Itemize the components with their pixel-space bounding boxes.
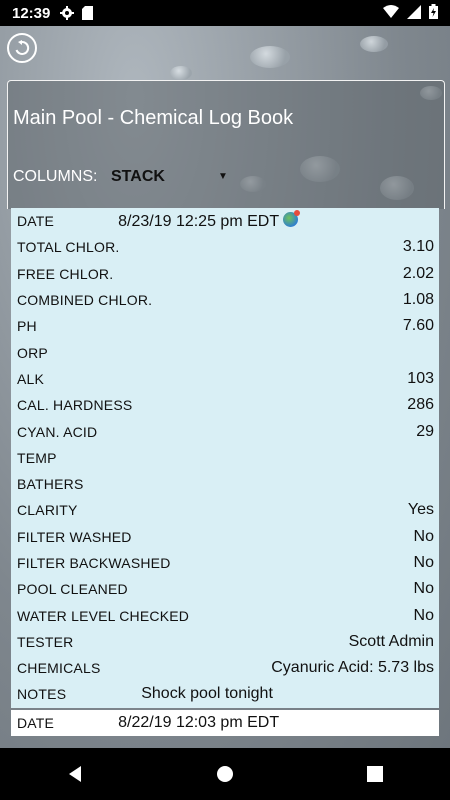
settings-gear-icon	[60, 6, 75, 20]
row-value: 29	[416, 422, 434, 440]
row-label: CAL. HARDNESS	[17, 397, 133, 414]
row-label: DATE	[17, 714, 55, 731]
entry-row-chemicals: CHEMICALS Cyanuric Acid: 5.73 lbs	[17, 655, 434, 681]
row-label: CYAN. ACID	[17, 423, 98, 440]
columns-label: COLUMNS:	[13, 168, 98, 185]
row-label: FILTER WASHED	[17, 528, 132, 545]
row-value: 286	[407, 396, 434, 414]
log-entry[interactable]: DATE 8/23/19 12:25 pm EDT TOTAL CHLOR. 3…	[11, 208, 439, 708]
row-label: FREE CHLOR.	[17, 265, 114, 282]
row-label: TESTER	[17, 633, 74, 650]
dropdown-caret-icon[interactable]: ▼	[218, 171, 228, 182]
row-value: 103	[407, 369, 434, 387]
entry-row-cal-hardness: CAL. HARDNESS 286	[17, 392, 434, 418]
wifi-icon	[383, 4, 399, 18]
row-label: TOTAL CHLOR.	[17, 239, 120, 256]
entry-row-ph: PH 7.60	[17, 313, 434, 339]
entry-row-bathers: BATHERS	[17, 471, 434, 497]
row-label: POOL CLEANED	[17, 581, 128, 598]
row-label: NOTES	[17, 686, 67, 703]
row-value: Cyanuric Acid: 5.73 lbs	[271, 659, 434, 677]
log-entries-list[interactable]: DATE 8/23/19 12:25 pm EDT TOTAL CHLOR. 3…	[11, 208, 439, 748]
battery-icon	[429, 4, 438, 19]
row-label: ALK	[17, 370, 45, 387]
entry-row-cyan-acid: CYAN. ACID 29	[17, 418, 434, 444]
page-title: Main Pool - Chemical Log Book	[13, 107, 294, 129]
row-label: ORP	[17, 344, 48, 361]
row-value: No	[413, 580, 434, 598]
entry-row-clarity: CLARITY Yes	[17, 497, 434, 523]
row-value: 8/23/19 12:25 pm EDT	[118, 209, 301, 231]
row-value: 8/22/19 12:03 pm EDT	[118, 713, 280, 731]
row-label: PH	[17, 318, 37, 335]
columns-dropdown[interactable]: STACK	[111, 168, 165, 186]
entry-row-alk: ALK 103	[17, 366, 434, 392]
row-value: 7.60	[402, 317, 434, 335]
row-label: TEMP	[17, 449, 57, 466]
row-label: CHEMICALS	[17, 660, 101, 677]
status-bar: 12:39	[0, 0, 450, 26]
entry-row-filter-washed: FILTER WASHED No	[17, 524, 434, 550]
entry-row-pool-cleaned: POOL CLEANED No	[17, 576, 434, 602]
entry-row-orp: ORP	[17, 339, 434, 365]
entry-row-free-chlor: FREE CHLOR. 2.02	[17, 261, 434, 287]
entry-row-water-level-checked: WATER LEVEL CHECKED No	[17, 602, 434, 628]
row-value: Scott Admin	[348, 632, 434, 650]
entry-row-tester: TESTER Scott Admin	[17, 629, 434, 655]
log-entry[interactable]: DATE 8/22/19 12:03 pm EDT	[11, 709, 439, 736]
row-label: CLARITY	[17, 502, 78, 519]
row-value: 2.02	[402, 264, 434, 282]
sd-card-icon	[82, 6, 94, 20]
entry-row-total-chlor: TOTAL CHLOR. 3.10	[17, 234, 434, 260]
row-label: DATE	[17, 213, 55, 230]
row-value: No	[413, 606, 434, 624]
entry-row-filter-backwashed: FILTER BACKWASHED No	[17, 550, 434, 576]
entry-row-date: DATE 8/23/19 12:25 pm EDT	[17, 208, 434, 234]
entry-row-temp: TEMP	[17, 445, 434, 471]
row-label: BATHERS	[17, 476, 84, 493]
row-value: Yes	[407, 501, 434, 519]
row-label: FILTER BACKWASHED	[17, 555, 171, 571]
row-label: COMBINED CHLOR.	[17, 292, 153, 309]
back-arrow-icon	[15, 40, 30, 55]
globe-icon	[283, 209, 301, 227]
entry-row-notes: NOTES Shock pool tonight	[17, 681, 434, 707]
row-value: No	[413, 527, 434, 545]
entry-row-date: DATE 8/22/19 12:03 pm EDT	[17, 710, 434, 736]
log-header: Main Pool - Chemical Log Book COLUMNS: S…	[7, 80, 445, 209]
entry-row-combined-chlor: COMBINED CHLOR. 1.08	[17, 287, 434, 313]
row-value: 3.10	[402, 238, 434, 256]
row-value: No	[413, 554, 434, 571]
nav-home-icon[interactable]	[216, 765, 234, 783]
row-label: WATER LEVEL CHECKED	[17, 607, 190, 624]
system-nav-bar	[0, 748, 450, 800]
back-button[interactable]	[7, 33, 37, 63]
signal-icon	[407, 4, 421, 19]
status-time: 12:39	[12, 4, 51, 22]
row-value: 1.08	[402, 291, 434, 309]
nav-recents-icon[interactable]	[366, 765, 384, 783]
nav-back-icon[interactable]	[66, 765, 84, 783]
row-value: Shock pool tonight	[141, 685, 273, 703]
